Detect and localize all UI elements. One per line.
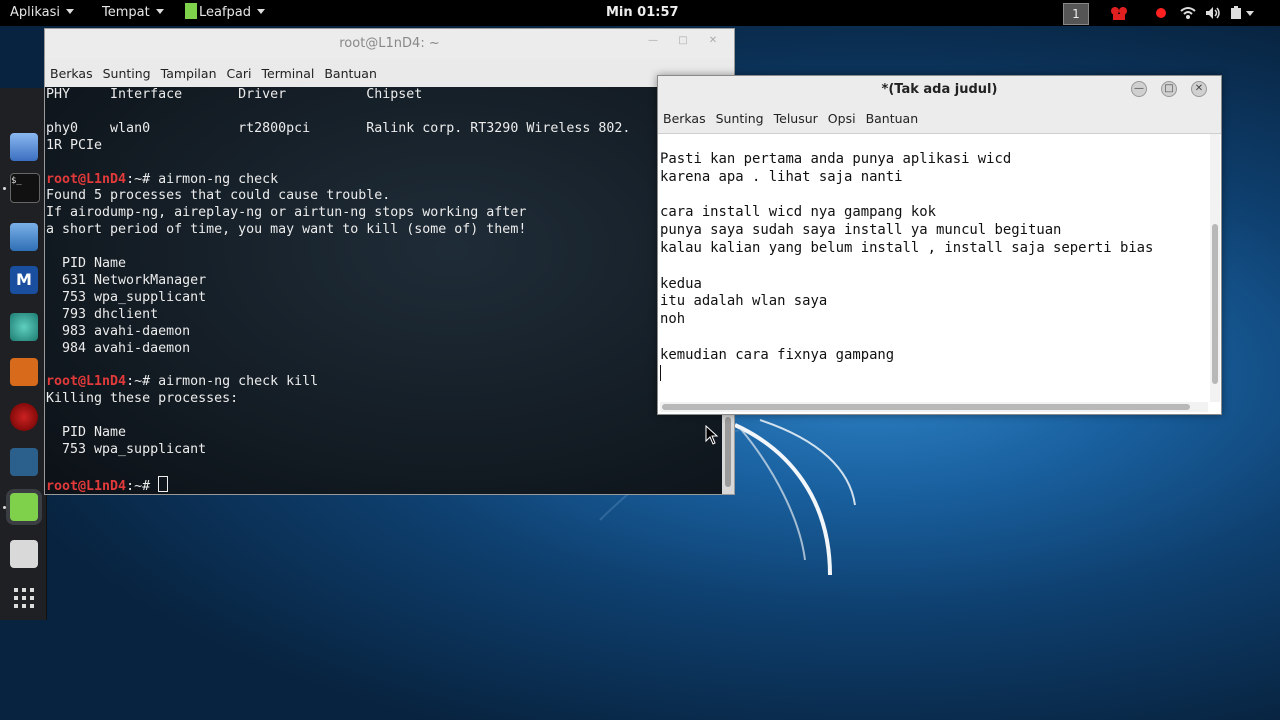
running-indicator <box>3 506 6 509</box>
menu-file[interactable]: Berkas <box>663 111 706 126</box>
maximize-icon[interactable]: □ <box>1161 81 1177 97</box>
terminal-line: 753 wpa_supplicant <box>46 442 207 458</box>
scrollbar-thumb[interactable] <box>725 417 731 487</box>
wifi-icon[interactable] <box>1180 6 1196 20</box>
show-apps-icon[interactable] <box>14 588 34 608</box>
close-icon[interactable]: ✕ <box>1191 81 1207 97</box>
minimize-icon[interactable]: — <box>646 34 660 48</box>
terminal-line: 793 dhclient <box>46 306 159 322</box>
terminal-line: PID Name <box>46 425 127 441</box>
text-line: noh <box>660 311 686 328</box>
terminal-output[interactable]: PHY Interface Driver Chipset phy0 wlan0 … <box>45 87 722 494</box>
maximize-icon[interactable]: □ <box>676 34 690 48</box>
text-line: karena apa . lihat saja nanti <box>660 168 903 185</box>
leafpad-icon[interactable] <box>10 493 38 521</box>
files-icon[interactable] <box>10 223 38 251</box>
terminal-line: phy0 wlan0 rt2800pci Ralink corp. RT3290… <box>46 120 631 136</box>
cherrytree-icon[interactable] <box>10 540 38 568</box>
text-line: punya saya sudah saya install ya muncul … <box>660 222 1062 239</box>
places-menu[interactable]: Tempat <box>102 0 164 26</box>
chevron-down-icon <box>155 9 164 14</box>
clock[interactable]: Min 01:57 <box>606 0 679 26</box>
terminal-line: 631 NetworkManager <box>46 272 207 288</box>
terminal-prompt: root@L1nD4 <box>46 171 127 187</box>
leafpad-small-icon <box>185 3 197 19</box>
metasploit-icon[interactable]: M <box>10 266 38 294</box>
terminal-command: :~# airmon-ng check kill <box>126 374 319 390</box>
terminal-line: 1R PCIe <box>46 137 103 153</box>
leafpad-window[interactable]: *(Tak ada judul) — □ ✕ Berkas Sunting Telu… <box>657 75 1222 415</box>
horizontal-scrollbar[interactable] <box>660 402 1208 412</box>
terminal-cursor <box>158 475 169 492</box>
burpsuite-icon[interactable] <box>10 358 38 386</box>
leafpad-text-area[interactable]: Pasti kan pertama anda punya aplikasi wi… <box>660 134 1208 402</box>
terminal-prompt: root@L1nD4 <box>46 478 127 494</box>
menu-file[interactable]: Berkas <box>50 66 93 81</box>
leafpad-menubar: Berkas Sunting Telusur Opsi Bantuan <box>658 110 1221 128</box>
close-icon[interactable]: ✕ <box>706 34 720 48</box>
workspace-indicator[interactable]: 1 <box>1063 3 1089 25</box>
avatar-app-icon[interactable] <box>10 313 38 341</box>
terminal-line: 983 avahi-daemon <box>46 323 191 339</box>
menu-search[interactable]: Telusur <box>774 111 818 126</box>
menu-edit[interactable]: Sunting <box>103 66 151 81</box>
top-panel: Aplikasi Tempat Leafpad Min 01:57 1 <box>0 0 1280 26</box>
terminal-line: 984 avahi-daemon <box>46 340 191 356</box>
volume-icon[interactable] <box>1205 6 1221 20</box>
terminal-window[interactable]: root@L1nD4: ~ — □ ✕ Berkas Sunting Tampila… <box>44 28 735 495</box>
applications-menu[interactable]: Aplikasi <box>10 0 75 26</box>
menu-edit[interactable]: Sunting <box>716 111 764 126</box>
record-dot-icon[interactable] <box>1155 7 1167 19</box>
menu-terminal[interactable]: Terminal <box>262 66 315 81</box>
terminal-menubar: Berkas Sunting Tampilan Cari Terminal Bantuan <box>45 65 734 83</box>
menu-help[interactable]: Bantuan <box>324 66 377 81</box>
armitage-icon[interactable] <box>10 403 38 431</box>
chevron-down-icon <box>257 9 266 14</box>
active-app-label: Leafpad <box>199 5 252 20</box>
text-line: itu adalah wlan saya <box>660 293 828 310</box>
terminal-line: Killing these processes: <box>46 391 239 407</box>
menu-search[interactable]: Cari <box>227 66 252 81</box>
terminal-title: root@L1nD4: ~ <box>339 36 440 51</box>
battery-icon[interactable] <box>1230 6 1244 20</box>
places-label: Tempat <box>102 5 150 20</box>
terminal-line: PID Name <box>46 256 127 272</box>
menu-options[interactable]: Opsi <box>828 111 856 126</box>
scrollbar-thumb[interactable] <box>662 404 1190 410</box>
terminal-icon[interactable]: $_ <box>10 173 40 203</box>
terminal-line: Found 5 processes that could cause troub… <box>46 188 391 204</box>
recorder-icon[interactable] <box>1110 6 1128 20</box>
terminal-prompt: root@L1nD4 <box>46 374 127 390</box>
terminal-command: :~# <box>126 478 159 494</box>
terminal-line: If airodump-ng, aireplay-ng or airtun-ng… <box>46 205 527 221</box>
pidgin-icon[interactable] <box>10 133 38 161</box>
terminal-command: :~# airmon-ng check <box>126 171 279 187</box>
dock: $_ M <box>0 88 47 620</box>
chevron-down-icon <box>66 9 75 14</box>
text-line: Pasti kan pertama anda punya aplikasi wi… <box>660 151 1012 167</box>
mouse-pointer-icon <box>705 425 719 445</box>
running-indicator <box>3 187 6 190</box>
leafpad-title: *(Tak ada judul) <box>881 82 998 97</box>
terminal-line: PHY Interface Driver Chipset <box>46 87 423 102</box>
menu-help[interactable]: Bantuan <box>866 111 919 126</box>
terminal-line: 753 wpa_supplicant <box>46 289 207 305</box>
text-line: kemudian cara fixnya gampang <box>660 346 895 363</box>
minimize-icon[interactable]: — <box>1131 81 1147 97</box>
text-cursor <box>660 364 661 381</box>
terminal-line: a short period of time, you may want to … <box>46 222 527 238</box>
text-line: kalau kalian yang belum install , instal… <box>660 239 1154 256</box>
text-line: cara install wicd nya gampang kok <box>660 204 936 221</box>
applications-label: Aplikasi <box>10 5 61 20</box>
maltego-icon[interactable] <box>10 448 38 476</box>
terminal-titlebar[interactable]: root@L1nD4: ~ <box>45 29 734 59</box>
menu-view[interactable]: Tampilan <box>161 66 217 81</box>
text-line: kedua <box>660 275 702 292</box>
active-app-menu[interactable]: Leafpad <box>185 0 266 26</box>
system-menu-chevron-icon[interactable] <box>1246 11 1254 16</box>
scrollbar-thumb[interactable] <box>1212 224 1218 384</box>
vertical-scrollbar[interactable] <box>1210 134 1220 402</box>
